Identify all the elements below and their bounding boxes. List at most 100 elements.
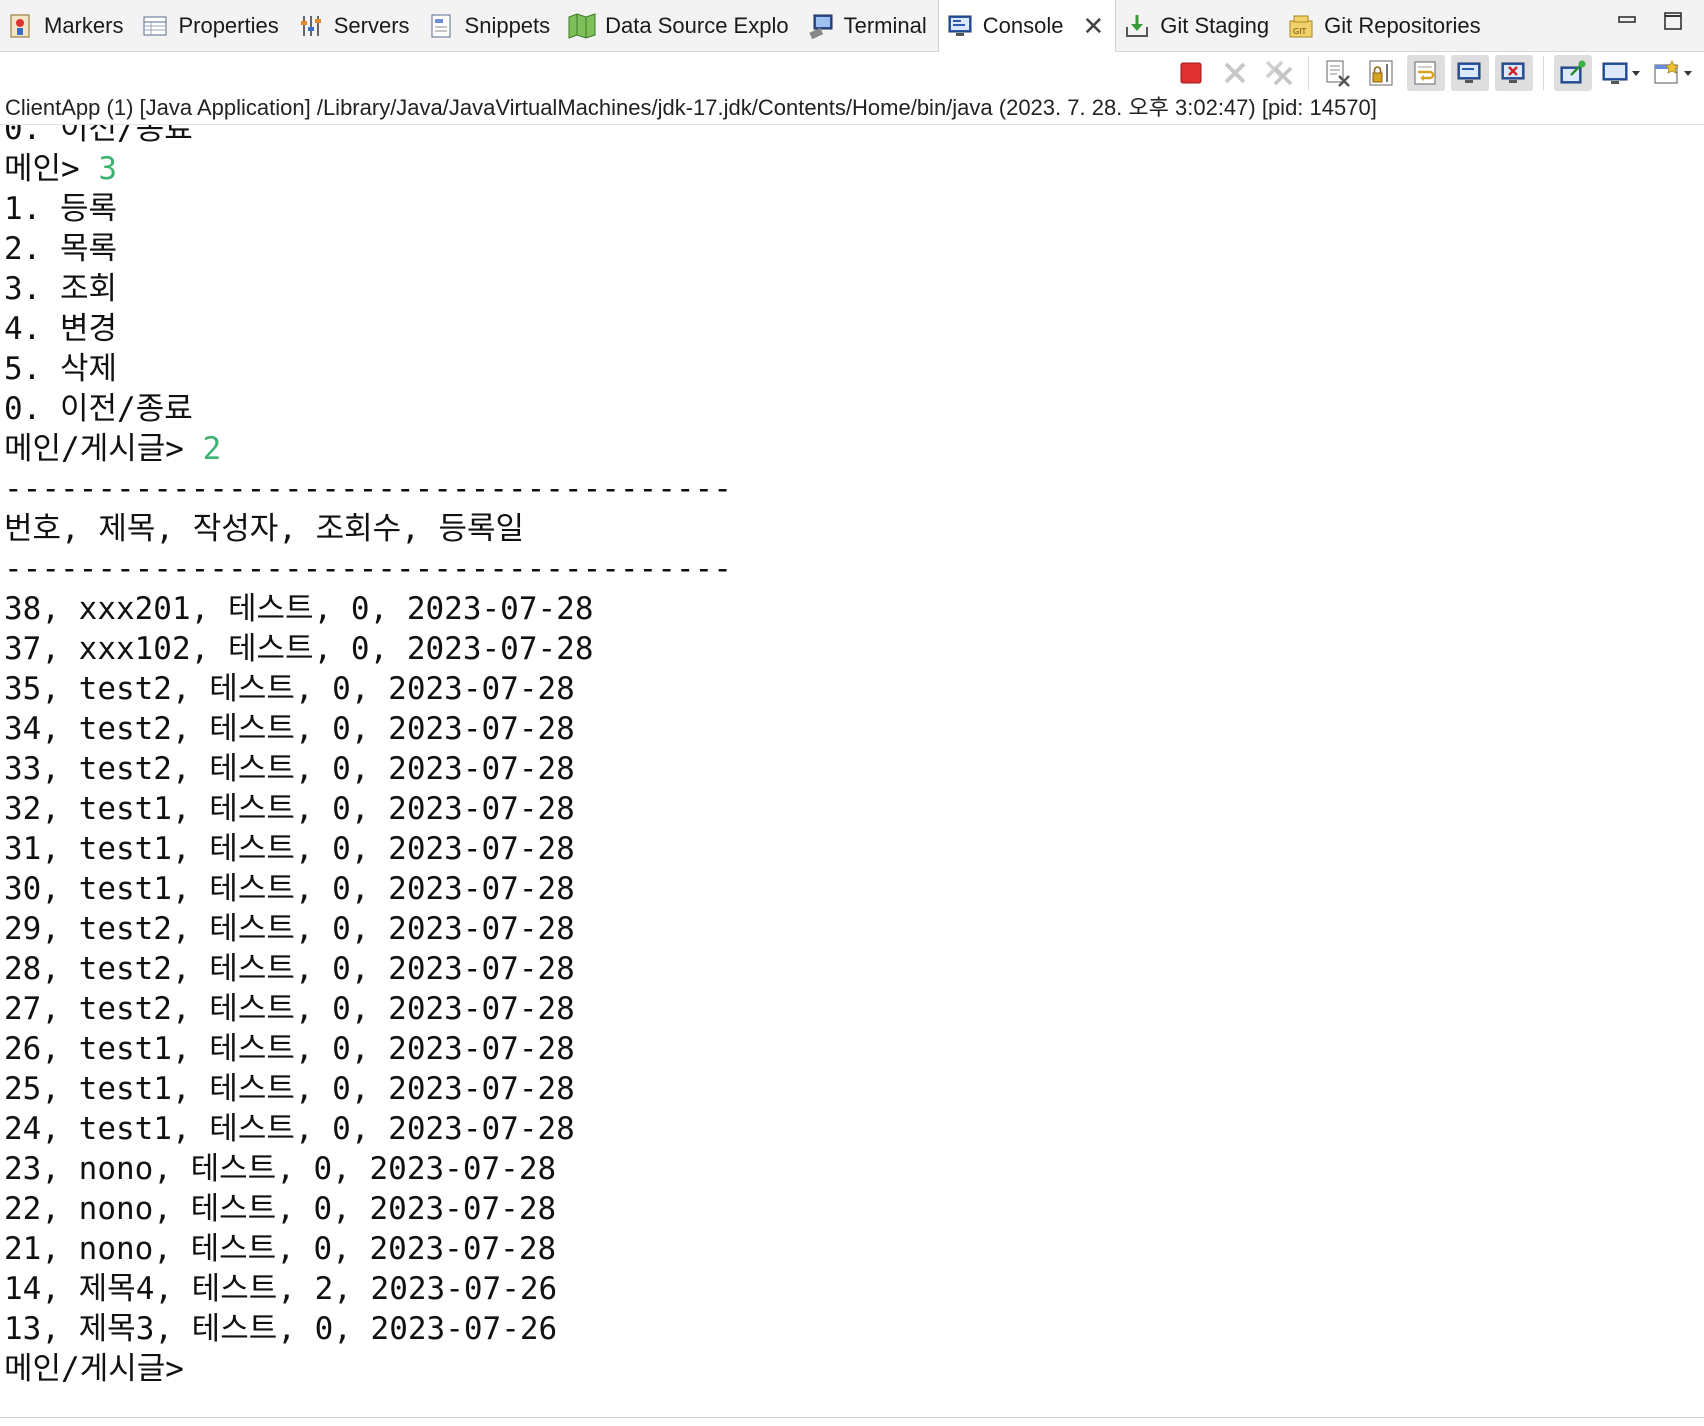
console-output-text: 메인> — [4, 151, 99, 187]
console-output-text: 31, test1, 테스트, 0, 2023-07-28 — [4, 831, 575, 867]
tab-label: Git Staging — [1160, 12, 1270, 38]
tab-snippets[interactable]: Snippets — [421, 0, 562, 51]
console-line: 26, test1, 테스트, 0, 2023-07-28 — [4, 1029, 1694, 1069]
console-line: 34, test2, 테스트, 0, 2023-07-28 — [4, 709, 1694, 749]
word-wrap-icon[interactable] — [1407, 55, 1445, 91]
console-output-text: 번호, 제목, 작성자, 조회수, 등록일 — [4, 511, 525, 547]
divider — [0, 1417, 1704, 1418]
properties-icon — [141, 12, 169, 40]
clear-console-icon[interactable] — [1319, 55, 1357, 91]
display-console-icon[interactable] — [1598, 55, 1644, 91]
open-console-icon[interactable] — [1650, 55, 1696, 91]
tab-label: Data Source Explo — [605, 12, 789, 38]
console-line: 24, test1, 테스트, 0, 2023-07-28 — [4, 1109, 1694, 1149]
snippets-icon — [428, 12, 456, 40]
remove-launch-icon[interactable] — [1216, 55, 1254, 91]
console-output-text: 28, test2, 테스트, 0, 2023-07-28 — [4, 951, 575, 987]
console-output-text: 29, test2, 테스트, 0, 2023-07-28 — [4, 911, 575, 947]
tab-properties[interactable]: Properties — [134, 0, 289, 51]
console-line: 33, test2, 테스트, 0, 2023-07-28 — [4, 749, 1694, 789]
console-output-text: 3. 조회 — [4, 271, 118, 307]
show-on-stdout-icon[interactable] — [1451, 55, 1489, 91]
svg-text:GIT: GIT — [1293, 27, 1307, 36]
console-output-text: --------------------------------------- — [4, 551, 732, 587]
git-repositories-icon: GIT — [1287, 12, 1315, 40]
console-output-text: --------------------------------------- — [4, 471, 732, 507]
terminal-icon — [807, 12, 835, 40]
console-line: --------------------------------------- — [4, 549, 1694, 589]
view-tab-bar: Markers Properties Servers Snippets Data… — [0, 0, 1704, 52]
console-output-text: 33, test2, 테스트, 0, 2023-07-28 — [4, 751, 575, 787]
tab-git-repositories[interactable]: GIT Git Repositories — [1280, 0, 1492, 51]
console-output-text: 메인/게시글> — [4, 431, 203, 467]
tab-label: Properties — [178, 12, 279, 38]
window-controls — [1616, 10, 1684, 32]
pin-console-icon[interactable] — [1554, 55, 1592, 91]
tab-label: Terminal — [843, 12, 927, 38]
console-output-text: 메인/게시글> — [4, 1351, 203, 1387]
console-output-text: 0. 이전/종료 — [4, 391, 193, 427]
console-line: 메인/게시글> 2 — [4, 429, 1694, 469]
tab-servers[interactable]: Servers — [290, 0, 421, 51]
console-line: 28, test2, 테스트, 0, 2023-07-28 — [4, 949, 1694, 989]
console-output-text: 2. 목록 — [4, 231, 118, 267]
terminate-icon[interactable] — [1172, 55, 1210, 91]
toolbar-separator — [1308, 56, 1309, 90]
console-output-text: 1. 등록 — [4, 191, 118, 227]
console-line: 0. 이전/종료 — [4, 389, 1694, 429]
console-line: 37, xxx102, 테스트, 0, 2023-07-28 — [4, 629, 1694, 669]
tab-label: Servers — [333, 12, 410, 38]
tab-git-staging[interactable]: Git Staging — [1116, 0, 1280, 51]
console-output-text: 5. 삭제 — [4, 351, 118, 387]
console-output[interactable]: 0. 이전/종료 메인> 3 1. 등록 2. 목록 3. 조회 4. 변경 5. 삭제 0.… — [4, 125, 1694, 1417]
show-on-stderr-icon[interactable] — [1495, 55, 1533, 91]
console-line: 38, xxx201, 테스트, 0, 2023-07-28 — [4, 589, 1694, 629]
console-line: 2. 목록 — [4, 229, 1694, 269]
console-user-input: 3 — [98, 151, 118, 187]
process-description: ClientApp (1) [Java Application] /Librar… — [5, 95, 1377, 120]
remove-all-terminated-icon[interactable] — [1260, 55, 1298, 91]
console-line: 1. 등록 — [4, 189, 1694, 229]
console-line: 13, 제목3, 테스트, 0, 2023-07-26 — [4, 1309, 1694, 1349]
tab-label: Markers — [44, 12, 124, 38]
console-line: 14, 제목4, 테스트, 2, 2023-07-26 — [4, 1269, 1694, 1309]
data-source-icon — [568, 12, 596, 40]
console-line: 0. 이전/종료 — [4, 125, 1694, 149]
console-output-text: 0. 이전/종료 — [4, 125, 193, 147]
console-line: --------------------------------------- — [4, 469, 1694, 509]
console-output-text: 25, test1, 테스트, 0, 2023-07-28 — [4, 1071, 575, 1107]
console-output-text: 22, nono, 테스트, 0, 2023-07-28 — [4, 1191, 557, 1227]
console-output-text: 4. 변경 — [4, 311, 118, 347]
minimize-icon[interactable] — [1616, 10, 1638, 32]
console-line: 3. 조회 — [4, 269, 1694, 309]
tab-label: Git Repositories — [1324, 12, 1481, 38]
console-line: 30, test1, 테스트, 0, 2023-07-28 — [4, 869, 1694, 909]
console-output-text: 14, 제목4, 테스트, 2, 2023-07-26 — [4, 1271, 558, 1307]
tab-terminal[interactable]: Terminal — [800, 0, 938, 51]
console-line: 22, nono, 테스트, 0, 2023-07-28 — [4, 1189, 1694, 1229]
console-output-text: 34, test2, 테스트, 0, 2023-07-28 — [4, 711, 575, 747]
console-toolbar — [0, 52, 1704, 94]
git-staging-icon — [1123, 12, 1151, 40]
tab-data-source-explorer[interactable]: Data Source Explo — [561, 0, 799, 51]
console-line: 29, test2, 테스트, 0, 2023-07-28 — [4, 909, 1694, 949]
tab-label: Snippets — [464, 12, 551, 38]
console-line: 35, test2, 테스트, 0, 2023-07-28 — [4, 669, 1694, 709]
console-output-text: 23, nono, 테스트, 0, 2023-07-28 — [4, 1151, 557, 1187]
console-user-input: 2 — [202, 431, 222, 467]
console-line: 메인/게시글> — [4, 1349, 1694, 1389]
console-line: 4. 변경 — [4, 309, 1694, 349]
console-line: 5. 삭제 — [4, 349, 1694, 389]
console-line: 21, nono, 테스트, 0, 2023-07-28 — [4, 1229, 1694, 1269]
console-output-text: 13, 제목3, 테스트, 0, 2023-07-26 — [4, 1311, 558, 1347]
console-output-text: 38, xxx201, 테스트, 0, 2023-07-28 — [4, 591, 594, 627]
scroll-lock-icon[interactable] — [1363, 55, 1401, 91]
servers-icon — [297, 12, 325, 40]
tab-console[interactable]: Console ✕ — [937, 0, 1117, 52]
tab-markers[interactable]: Markers — [0, 0, 134, 51]
console-output-text: 35, test2, 테스트, 0, 2023-07-28 — [4, 671, 575, 707]
close-icon[interactable]: ✕ — [1082, 13, 1104, 39]
maximize-icon[interactable] — [1662, 10, 1684, 32]
toolbar-separator — [1543, 56, 1544, 90]
console-line: 27, test2, 테스트, 0, 2023-07-28 — [4, 989, 1694, 1029]
